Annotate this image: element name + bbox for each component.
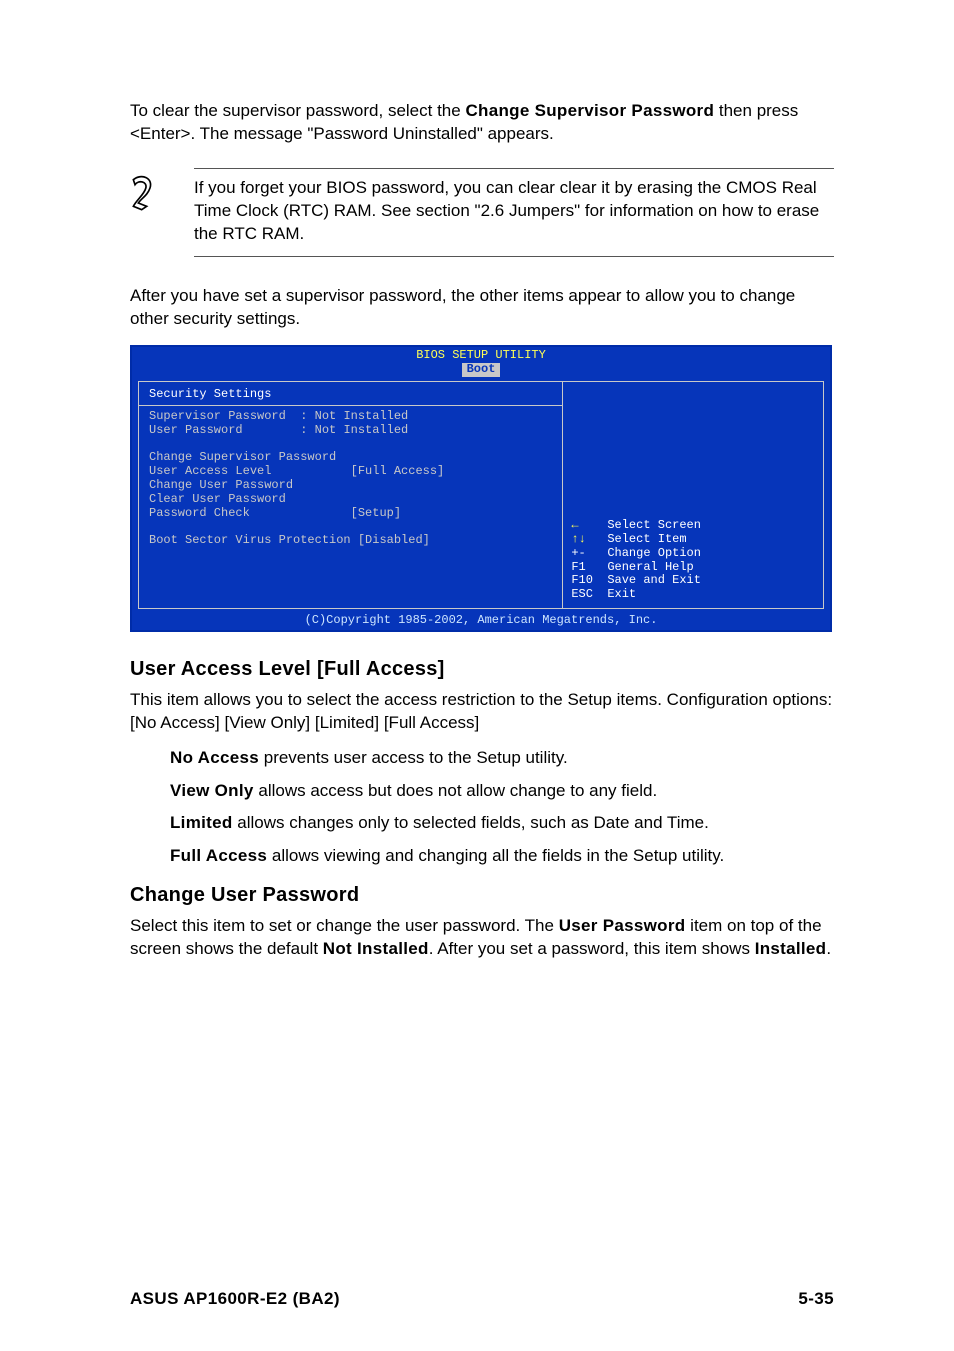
help-key-2: ↑↓ — [571, 532, 585, 546]
option-limited: Limited allows changes only to selected … — [170, 812, 834, 835]
option-no-access: No Access prevents user access to the Se… — [170, 747, 834, 770]
help-text-1: Select Screen — [607, 518, 701, 532]
help-text-3: Change Option — [607, 546, 701, 560]
bios-user-value: : Not Installed — [300, 423, 408, 437]
after-password-paragraph: After you have set a supervisor password… — [130, 285, 834, 331]
help-key-6: ESC — [571, 587, 593, 601]
note-block: If you forget your BIOS password, you ca… — [130, 168, 834, 257]
help-key-4: F1 — [571, 560, 585, 574]
option-view-only-text: allows access but does not allow change … — [254, 781, 658, 800]
intro-paragraph: To clear the supervisor password, select… — [130, 100, 834, 146]
cup-t4: . — [826, 939, 831, 958]
option-list: No Access prevents user access to the Se… — [130, 747, 834, 869]
change-user-password-heading: Change User Password — [130, 882, 834, 909]
bios-user-access-label[interactable]: User Access Level — [149, 464, 271, 478]
page-footer: ASUS AP1600R-E2 (BA2) 5-35 — [130, 1288, 834, 1311]
option-full-access-text: allows viewing and changing all the fiel… — [267, 846, 724, 865]
cup-t3: . After you set a password, this item sh… — [429, 939, 755, 958]
help-text-2: Select Item — [607, 532, 686, 546]
option-limited-text: allows changes only to selected fields, … — [233, 813, 709, 832]
note-body: If you forget your BIOS password, you ca… — [194, 168, 834, 257]
bios-title: BIOS SETUP UTILITY — [132, 347, 830, 363]
help-text-4: General Help — [607, 560, 693, 574]
bios-copyright: (C)Copyright 1985-2002, American Megatre… — [132, 613, 830, 630]
cup-b2: Not Installed — [323, 939, 429, 958]
change-user-password-body: Select this item to set or change the us… — [130, 915, 834, 961]
footer-left: ASUS AP1600R-E2 (BA2) — [130, 1288, 340, 1311]
help-text-5: Save and Exit — [607, 573, 701, 587]
bios-screenshot: BIOS SETUP UTILITY Boot Security Setting… — [130, 345, 832, 632]
bios-help-block: ← Select Screen ↑↓ Select Item +- Change… — [571, 519, 701, 602]
bios-change-user[interactable]: Change User Password — [149, 478, 293, 492]
option-no-access-bold: No Access — [170, 748, 259, 767]
intro-pre: To clear the supervisor password, select… — [130, 101, 465, 120]
option-no-access-text: prevents user access to the Setup utilit… — [259, 748, 568, 767]
bios-pw-check-label[interactable]: Password Check — [149, 506, 250, 520]
option-full-access-bold: Full Access — [170, 846, 267, 865]
option-view-only-bold: View Only — [170, 781, 254, 800]
footer-right: 5-35 — [798, 1288, 834, 1311]
bios-tab-boot[interactable]: Boot — [462, 363, 501, 377]
bios-boot-sector[interactable]: Boot Sector Virus Protection [Disabled] — [149, 533, 430, 547]
bios-section-head: Security Settings — [139, 386, 562, 406]
bios-clear-user[interactable]: Clear User Password — [149, 492, 286, 506]
user-access-level-heading: User Access Level [Full Access] — [130, 656, 834, 683]
intro-bold: Change Supervisor Password — [465, 101, 714, 120]
cup-b3: Installed — [755, 939, 827, 958]
option-full-access: Full Access allows viewing and changing … — [170, 845, 834, 868]
bios-pw-check-value[interactable]: [Setup] — [351, 506, 401, 520]
cup-b1: User Password — [559, 916, 686, 935]
help-key-5: F10 — [571, 573, 593, 587]
bios-user-access-value[interactable]: [Full Access] — [351, 464, 445, 478]
bios-tab-row: Boot — [132, 362, 830, 378]
bios-user-label: User Password — [149, 423, 243, 437]
help-key-3: +- — [571, 546, 585, 560]
help-text-6: Exit — [607, 587, 636, 601]
bios-left-panel: Security Settings Supervisor Password : N… — [138, 381, 563, 609]
note-text: If you forget your BIOS password, you ca… — [194, 178, 819, 243]
bios-supervisor-label: Supervisor Password — [149, 409, 286, 423]
bios-change-supervisor[interactable]: Change Supervisor Password — [149, 450, 336, 464]
bios-supervisor-value: : Not Installed — [300, 409, 408, 423]
option-view-only: View Only allows access but does not all… — [170, 780, 834, 803]
cup-t1: Select this item to set or change the us… — [130, 916, 559, 935]
user-access-level-body: This item allows you to select the acces… — [130, 689, 834, 735]
note-icon — [130, 174, 170, 212]
option-limited-bold: Limited — [170, 813, 233, 832]
help-key-1: ← — [571, 518, 578, 532]
bios-right-panel: ← Select Screen ↑↓ Select Item +- Change… — [563, 381, 824, 609]
